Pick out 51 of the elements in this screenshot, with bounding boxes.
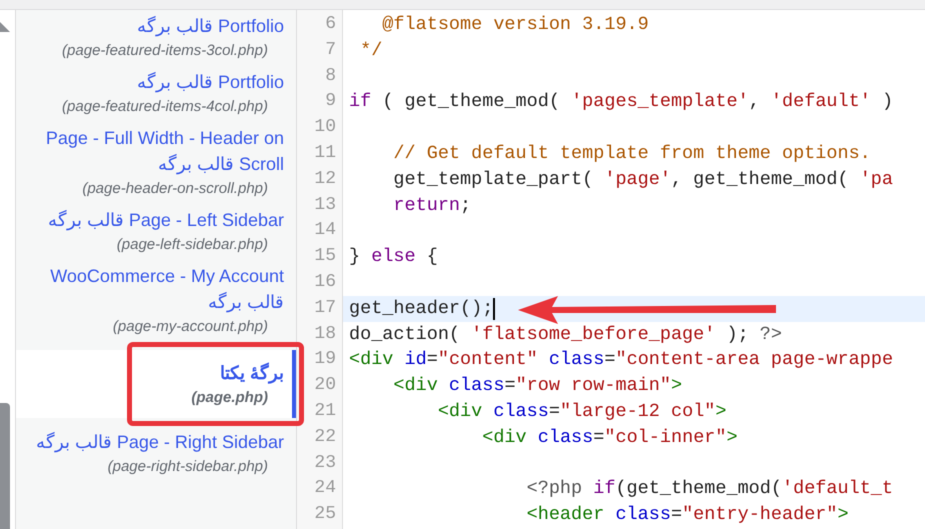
template-title: WooCommerce - My Account قالب برگه bbox=[49, 265, 284, 314]
template-filename: (page-right-sidebar.php) bbox=[106, 457, 269, 477]
template-filename: (page-featured-items-4col.php) bbox=[61, 97, 269, 117]
code-line: <div id="content" class="content-area page-wrappe bbox=[349, 348, 894, 372]
code-line: get_template_part( 'page', get_theme_mod( 'pa bbox=[392, 168, 894, 192]
code-line: get_header(); bbox=[349, 296, 494, 321]
line-number: 17 bbox=[313, 296, 337, 320]
template-filename: (page-header-on-scroll.php) bbox=[81, 179, 269, 199]
template-title: Page - Left Sidebar قالب برگه bbox=[46, 209, 284, 232]
template-title: برگهٔ یکتا bbox=[218, 362, 284, 386]
template-filename: (page-left-sidebar.php) bbox=[116, 235, 269, 255]
template-filename: (page.php) bbox=[190, 388, 269, 408]
line-number: 19 bbox=[313, 348, 337, 372]
line-number: 11 bbox=[313, 142, 337, 165]
line-number: 9 bbox=[324, 90, 337, 114]
code-line: return; bbox=[392, 194, 472, 218]
line-number: 20 bbox=[313, 374, 337, 398]
code-line: @flatsome version 3.19.9 bbox=[381, 13, 649, 37]
triangle-icon bbox=[0, 22, 10, 32]
code-line: do_action( 'flatsome_before_page' ); ?> bbox=[349, 322, 782, 347]
template-title: Page - Full Width - Header on Scroll قالب برگه bbox=[44, 127, 284, 176]
line-number: 22 bbox=[313, 426, 337, 449]
template-filename: (page-featured-items-3col.php) bbox=[61, 41, 269, 61]
line-number: 12 bbox=[313, 168, 337, 191]
line-number: 21 bbox=[313, 400, 337, 423]
scrollbar-thumb[interactable] bbox=[0, 403, 10, 529]
code-line: <div class="col-inner"> bbox=[481, 426, 738, 450]
template-title: Portfolio قالب برگه bbox=[136, 71, 284, 94]
code-line: <header class="entry-header"> bbox=[526, 503, 849, 528]
line-number: 14 bbox=[313, 219, 337, 242]
code-line: } else { bbox=[349, 245, 438, 270]
line-number: 15 bbox=[313, 245, 337, 268]
code-line: <?php if(get_theme_mod('default_t bbox=[526, 477, 894, 502]
line-number: 25 bbox=[313, 503, 337, 526]
line-number: 18 bbox=[313, 322, 337, 346]
code-line: <div class="row row-main"> bbox=[392, 374, 682, 398]
line-number: 10 bbox=[313, 116, 337, 140]
line-number: 6 bbox=[324, 13, 337, 36]
code-line: if ( get_theme_mod( 'pages_template', 'default' ) bbox=[349, 90, 894, 114]
code-line: */ bbox=[359, 38, 382, 63]
template-title: Portfolio قالب برگه bbox=[136, 15, 284, 38]
line-number: 13 bbox=[313, 194, 337, 217]
line-number: 23 bbox=[313, 452, 337, 475]
code-line: <div class="large-12 col"> bbox=[436, 400, 727, 424]
code-line: // Get default template from theme options. bbox=[392, 142, 871, 166]
line-number: 7 bbox=[324, 38, 337, 62]
line-number: 16 bbox=[313, 270, 337, 294]
template-filename: (page-my-account.php) bbox=[112, 317, 269, 337]
template-title: Page - Right Sidebar قالب برگه bbox=[34, 431, 284, 454]
line-number: 8 bbox=[324, 64, 337, 88]
line-number: 24 bbox=[313, 477, 337, 500]
